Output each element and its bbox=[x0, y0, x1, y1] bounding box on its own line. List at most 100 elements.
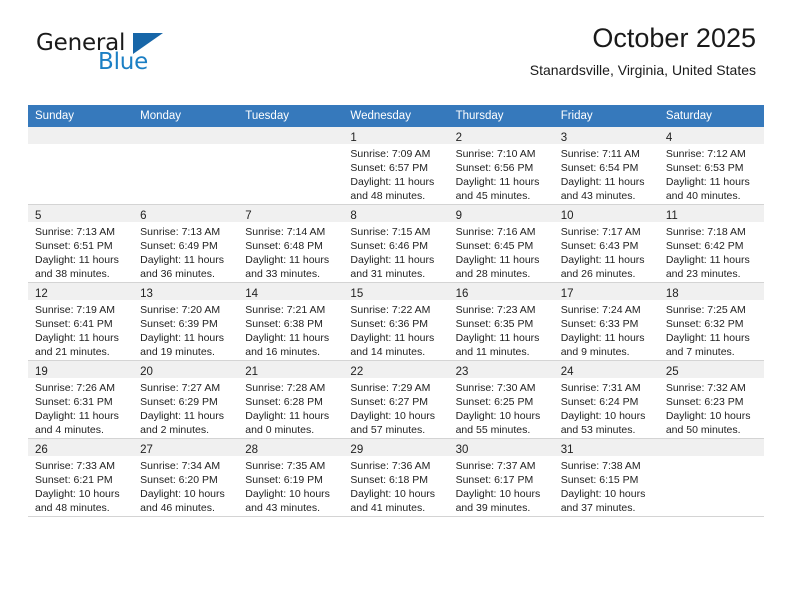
sunrise-text: Sunrise: 7:13 AM bbox=[35, 226, 115, 238]
sunset-text: Sunset: 6:48 PM bbox=[245, 240, 323, 252]
calendar-day-cell[interactable]: 14 Sunrise: 7:21 AM Sunset: 6:38 PM Dayligh… bbox=[238, 283, 344, 361]
daylight-text-line2: and 31 minutes. bbox=[350, 268, 426, 280]
daylight-text-line1: Daylight: 11 hours bbox=[350, 176, 435, 188]
weekday-header-wednesday: Wednesday bbox=[343, 105, 449, 127]
calendar-day-cell[interactable]: 2 Sunrise: 7:10 AM Sunset: 6:56 PM Daylight… bbox=[448, 127, 554, 205]
sunset-text: Sunset: 6:35 PM bbox=[455, 318, 534, 330]
day-number: 4 bbox=[665, 132, 673, 144]
sunset-text: Sunset: 6:31 PM bbox=[35, 396, 113, 408]
daylight-text-line1: Daylight: 11 hours bbox=[560, 332, 645, 344]
calendar-day-cell[interactable]: 7 Sunrise: 7:14 AM Sunset: 6:48 PM Daylight… bbox=[238, 205, 344, 283]
sunrise-text: Sunrise: 7:38 AM bbox=[560, 460, 641, 472]
sunrise-text: Sunrise: 7:21 AM bbox=[245, 304, 326, 316]
daylight-text-line2: and 37 minutes. bbox=[560, 502, 636, 514]
daylight-text-line1: Daylight: 10 hours bbox=[350, 410, 436, 422]
daylight-text-line1: Daylight: 11 hours bbox=[665, 254, 750, 266]
calendar-day-cell[interactable]: 27 Sunrise: 7:34 AM Sunset: 6:20 PM Dayligh… bbox=[133, 439, 239, 517]
calendar-day-cell[interactable]: 9 Sunrise: 7:16 AM Sunset: 6:45 PM Daylight… bbox=[448, 205, 554, 283]
sunrise-text: Sunrise: 7:25 AM bbox=[665, 304, 746, 316]
sunset-text: Sunset: 6:23 PM bbox=[665, 396, 744, 408]
calendar-day-cell[interactable]: 29 Sunrise: 7:36 AM Sunset: 6:18 PM Dayligh… bbox=[343, 439, 449, 517]
calendar-day-cell[interactable]: 20 Sunrise: 7:27 AM Sunset: 6:29 PM Dayligh… bbox=[133, 361, 239, 439]
day-number: 20 bbox=[140, 366, 153, 378]
day-number: 15 bbox=[350, 288, 364, 300]
sunset-text: Sunset: 6:15 PM bbox=[560, 474, 639, 486]
calendar-day-cell[interactable]: 31 Sunrise: 7:38 AM Sunset: 6:15 PM Dayligh… bbox=[553, 439, 659, 517]
weekday-header-saturday: Saturday bbox=[658, 105, 764, 127]
weekday-header-monday: Monday bbox=[133, 105, 239, 127]
day-details: Sunrise: 7:27 AM Sunset: 6:29 PM Daylight:… bbox=[133, 378, 238, 437]
calendar-table: Sunday Monday Tuesday Wednesday Thursday… bbox=[28, 105, 764, 517]
calendar-day-cell[interactable]: 12 Sunrise: 7:19 AM Sunset: 6:41 PM Dayligh… bbox=[28, 283, 134, 361]
sunset-text: Sunset: 6:38 PM bbox=[245, 318, 323, 330]
sunrise-text: Sunrise: 7:15 AM bbox=[350, 226, 431, 238]
calendar-day-cell[interactable]: 21 Sunrise: 7:28 AM Sunset: 6:28 PM Dayligh… bbox=[238, 361, 344, 439]
daylight-text-line1: Daylight: 11 hours bbox=[245, 410, 330, 422]
calendar-day-cell[interactable]: 1 Sunrise: 7:09 AM Sunset: 6:57 PM Daylight… bbox=[343, 127, 449, 205]
sunrise-text: Sunrise: 7:11 AM bbox=[560, 148, 640, 160]
calendar-day-cell[interactable]: 24 Sunrise: 7:31 AM Sunset: 6:24 PM Dayligh… bbox=[553, 361, 659, 439]
calendar-week-row: 26 Sunrise: 7:33 AM Sunset: 6:21 PM Dayligh… bbox=[28, 439, 764, 517]
daylight-text-line1: Daylight: 10 hours bbox=[665, 410, 751, 422]
daylight-text-line2: and 23 minutes. bbox=[665, 268, 741, 280]
day-details: Sunrise: 7:18 AM Sunset: 6:42 PM Daylight:… bbox=[659, 222, 764, 281]
daylight-text-line2: and 11 minutes. bbox=[455, 346, 530, 358]
calendar-day-cell[interactable]: 19 Sunrise: 7:26 AM Sunset: 6:31 PM Dayligh… bbox=[28, 361, 134, 439]
day-number: 12 bbox=[35, 288, 48, 300]
daylight-text-line1: Daylight: 10 hours bbox=[560, 410, 646, 422]
calendar-day-cell[interactable]: 17 Sunrise: 7:24 AM Sunset: 6:33 PM Dayligh… bbox=[553, 283, 659, 361]
calendar-day-cell[interactable]: 26 Sunrise: 7:33 AM Sunset: 6:21 PM Dayligh… bbox=[28, 439, 134, 517]
calendar-day-cell[interactable]: 6 Sunrise: 7:13 AM Sunset: 6:49 PM Daylight… bbox=[133, 205, 239, 283]
calendar-day-cell[interactable]: 15 Sunrise: 7:22 AM Sunset: 6:36 PM Dayligh… bbox=[343, 283, 449, 361]
page-header: General Blue October 2025 Stanardsville,… bbox=[28, 0, 764, 78]
daylight-text-line2: and 41 minutes. bbox=[350, 502, 426, 514]
daylight-text-line2: and 53 minutes. bbox=[560, 424, 636, 436]
calendar-day-cell[interactable]: 28 Sunrise: 7:35 AM Sunset: 6:19 PM Dayligh… bbox=[238, 439, 344, 517]
calendar-day-cell[interactable]: 18 Sunrise: 7:25 AM Sunset: 6:32 PM Dayligh… bbox=[658, 283, 764, 361]
calendar-cell-empty bbox=[133, 127, 239, 205]
daylight-text-line2: and 50 minutes. bbox=[665, 424, 741, 436]
calendar-day-cell[interactable]: 3 Sunrise: 7:11 AM Sunset: 6:54 PM Daylight… bbox=[553, 127, 659, 205]
day-details: Sunrise: 7:12 AM Sunset: 6:53 PM Daylight:… bbox=[659, 144, 764, 203]
calendar-day-cell[interactable]: 10 Sunrise: 7:17 AM Sunset: 6:43 PM Dayligh… bbox=[553, 205, 659, 283]
sunset-text: Sunset: 6:18 PM bbox=[350, 474, 429, 486]
calendar-day-cell[interactable]: 23 Sunrise: 7:30 AM Sunset: 6:25 PM Dayligh… bbox=[448, 361, 554, 439]
day-details: Sunrise: 7:37 AM Sunset: 6:17 PM Daylight:… bbox=[449, 456, 554, 515]
calendar-cell-empty bbox=[658, 439, 764, 517]
daylight-text-line1: Daylight: 11 hours bbox=[35, 254, 119, 266]
calendar-day-cell[interactable]: 22 Sunrise: 7:29 AM Sunset: 6:27 PM Dayligh… bbox=[343, 361, 449, 439]
day-number: 19 bbox=[35, 366, 48, 378]
day-number: 9 bbox=[455, 210, 462, 222]
daylight-text-line2: and 2 minutes. bbox=[140, 424, 210, 436]
calendar-day-cell[interactable]: 8 Sunrise: 7:15 AM Sunset: 6:46 PM Daylight… bbox=[343, 205, 449, 283]
daylight-text-line2: and 21 minutes. bbox=[35, 346, 110, 358]
sunrise-text: Sunrise: 7:22 AM bbox=[350, 304, 431, 316]
sunset-text: Sunset: 6:49 PM bbox=[140, 240, 218, 252]
title-block: October 2025 Stanardsville, Virginia, Un… bbox=[530, 22, 756, 79]
calendar-day-cell[interactable]: 11 Sunrise: 7:18 AM Sunset: 6:42 PM Dayligh… bbox=[658, 205, 764, 283]
sunset-text: Sunset: 6:45 PM bbox=[455, 240, 534, 252]
calendar-day-cell[interactable]: 13 Sunrise: 7:20 AM Sunset: 6:39 PM Dayligh… bbox=[133, 283, 239, 361]
sunrise-text: Sunrise: 7:28 AM bbox=[245, 382, 326, 394]
daylight-text-line2: and 14 minutes. bbox=[350, 346, 426, 358]
daylight-text-line1: Daylight: 11 hours bbox=[140, 332, 224, 344]
calendar-day-cell[interactable]: 4 Sunrise: 7:12 AM Sunset: 6:53 PM Daylight… bbox=[658, 127, 764, 205]
calendar-day-cell[interactable]: 16 Sunrise: 7:23 AM Sunset: 6:35 PM Dayligh… bbox=[448, 283, 554, 361]
day-details: Sunrise: 7:30 AM Sunset: 6:25 PM Daylight:… bbox=[449, 378, 554, 437]
daylight-text-line1: Daylight: 11 hours bbox=[455, 332, 540, 344]
day-details: Sunrise: 7:17 AM Sunset: 6:43 PM Daylight:… bbox=[554, 222, 659, 281]
general-blue-logo[interactable]: General Blue bbox=[36, 30, 236, 80]
day-number: 21 bbox=[245, 366, 259, 378]
day-details: Sunrise: 7:14 AM Sunset: 6:48 PM Daylight:… bbox=[238, 222, 343, 281]
calendar-day-cell[interactable]: 5 Sunrise: 7:13 AM Sunset: 6:51 PM Daylight… bbox=[28, 205, 134, 283]
daylight-text-line2: and 43 minutes. bbox=[560, 190, 636, 202]
day-number: 3 bbox=[560, 132, 568, 144]
calendar-day-cell[interactable]: 30 Sunrise: 7:37 AM Sunset: 6:17 PM Dayligh… bbox=[448, 439, 554, 517]
sunrise-text: Sunrise: 7:17 AM bbox=[560, 226, 641, 238]
sunrise-text: Sunrise: 7:26 AM bbox=[35, 382, 115, 394]
calendar-day-cell[interactable]: 25 Sunrise: 7:32 AM Sunset: 6:23 PM Dayligh… bbox=[658, 361, 764, 439]
page-title: October 2025 bbox=[592, 23, 756, 53]
daylight-text-line1: Daylight: 11 hours bbox=[245, 254, 330, 266]
daylight-text-line1: Daylight: 10 hours bbox=[455, 488, 541, 500]
daylight-text-line2: and 48 minutes. bbox=[35, 502, 110, 514]
